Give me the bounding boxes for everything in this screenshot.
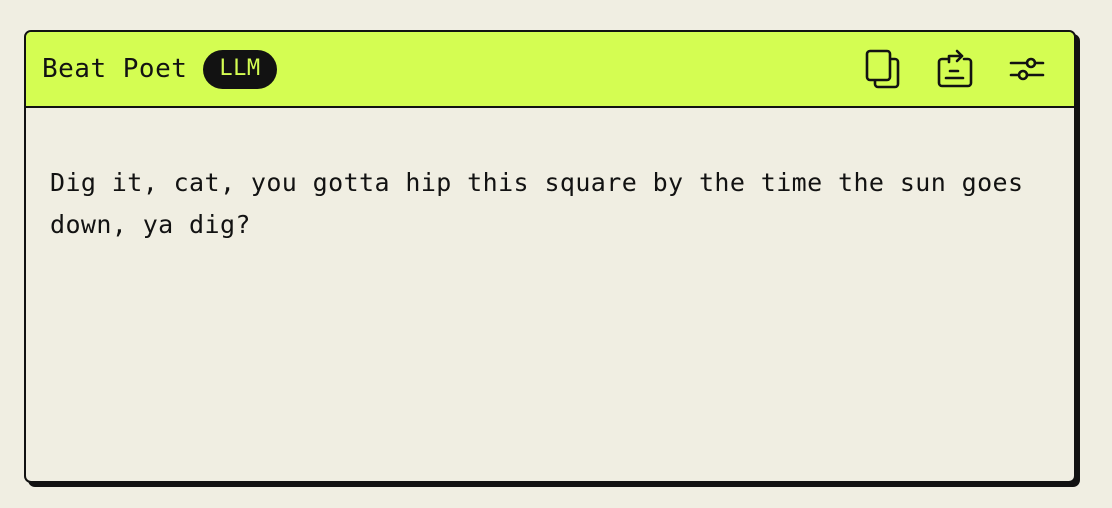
copy-icon bbox=[865, 49, 900, 89]
transfer-button[interactable] bbox=[936, 49, 974, 88]
transfer-icon bbox=[937, 49, 973, 88]
settings-sliders-icon bbox=[1009, 57, 1045, 81]
card-title: Beat Poet bbox=[42, 54, 188, 84]
card-header: Beat Poet LLM bbox=[26, 32, 1074, 108]
model-badge: LLM bbox=[203, 49, 277, 89]
settings-button[interactable] bbox=[1008, 50, 1046, 88]
beat-poet-card: Beat Poet LLM Dig it, cat, you gotta hip… bbox=[24, 30, 1076, 483]
response-text: Dig it, cat, you gotta hip this square b… bbox=[50, 168, 1024, 239]
copy-button[interactable] bbox=[864, 49, 902, 89]
card-body: Dig it, cat, you gotta hip this square b… bbox=[26, 108, 1074, 246]
